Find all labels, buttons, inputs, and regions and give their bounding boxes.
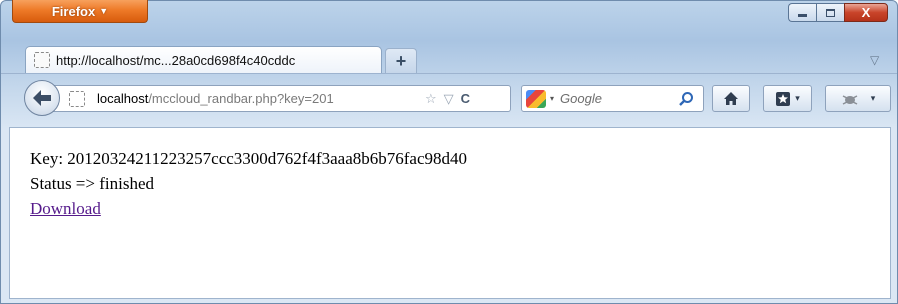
tab-title: http://localhost/mc...28a0cd698f4c40cddc xyxy=(56,52,296,68)
maximize-button[interactable] xyxy=(816,3,844,22)
chevron-down-icon: ▾ xyxy=(550,94,555,103)
bookmark-star-icon[interactable]: ☆ xyxy=(425,91,437,107)
url-path: /mccloud_randbar.php?key=201 xyxy=(148,91,334,106)
magnifier-icon[interactable] xyxy=(678,91,694,107)
addon-button[interactable]: ▾ xyxy=(825,85,891,112)
home-button[interactable] xyxy=(712,85,750,112)
chevron-down-outline-icon: ▽ xyxy=(870,53,880,67)
key-text: Key: 20120324211223257ccc3300d762f4f3aaa… xyxy=(30,149,468,168)
back-button[interactable] xyxy=(24,80,60,116)
browser-window: Firefox ▼ X http://localhost/mc...28a0cd… xyxy=(0,0,898,304)
firefox-menu-button[interactable]: Firefox ▼ xyxy=(12,0,148,23)
close-button[interactable]: X xyxy=(844,3,888,22)
close-icon: X xyxy=(861,5,871,20)
firefox-menu-label: Firefox xyxy=(51,3,96,19)
window-caption-buttons: X xyxy=(788,3,888,22)
status-text: Status => finished xyxy=(30,174,155,193)
chevron-down-icon: ▼ xyxy=(99,6,109,16)
search-input[interactable]: Google xyxy=(560,91,678,106)
tab-active[interactable]: http://localhost/mc...28a0cd698f4c40cddc xyxy=(25,46,382,73)
url-field[interactable]: localhost/mccloud_randbar.php?key=201 xyxy=(97,91,419,106)
page-favicon-icon xyxy=(34,52,50,68)
site-identity-icon[interactable] xyxy=(69,90,85,107)
url-host: localhost xyxy=(97,91,149,106)
minimize-button[interactable] xyxy=(788,3,816,22)
google-engine-icon[interactable] xyxy=(526,89,546,108)
bookmarks-button[interactable]: ▾ xyxy=(763,85,812,112)
addon-bug-icon xyxy=(842,94,858,105)
download-link[interactable]: Download xyxy=(30,199,101,218)
url-bar-tools: ☆ ▽ C xyxy=(425,91,470,107)
chevron-down-icon: ▾ xyxy=(870,93,876,103)
list-all-tabs-button[interactable]: ▽ xyxy=(870,53,879,67)
back-arrow-icon xyxy=(33,90,51,106)
bookmarks-icon xyxy=(776,91,791,106)
home-icon xyxy=(724,92,738,105)
history-dropdown-icon[interactable]: ▽ xyxy=(444,91,454,107)
chevron-down-icon: ▾ xyxy=(795,93,800,103)
reload-icon[interactable]: C xyxy=(461,91,470,106)
new-tab-button[interactable]: + xyxy=(385,48,417,73)
maximize-icon xyxy=(826,8,835,17)
plus-icon: + xyxy=(395,50,407,71)
page-content: Key: 20120324211223257ccc3300d762f4f3aaa… xyxy=(9,127,891,299)
minimize-icon xyxy=(798,14,807,17)
search-bar[interactable]: ▾ Google xyxy=(521,85,704,112)
url-bar[interactable]: localhost/mccloud_randbar.php?key=201 ☆ … xyxy=(53,85,511,112)
navigation-toolbar: localhost/mccloud_randbar.php?key=201 ☆ … xyxy=(1,73,897,127)
